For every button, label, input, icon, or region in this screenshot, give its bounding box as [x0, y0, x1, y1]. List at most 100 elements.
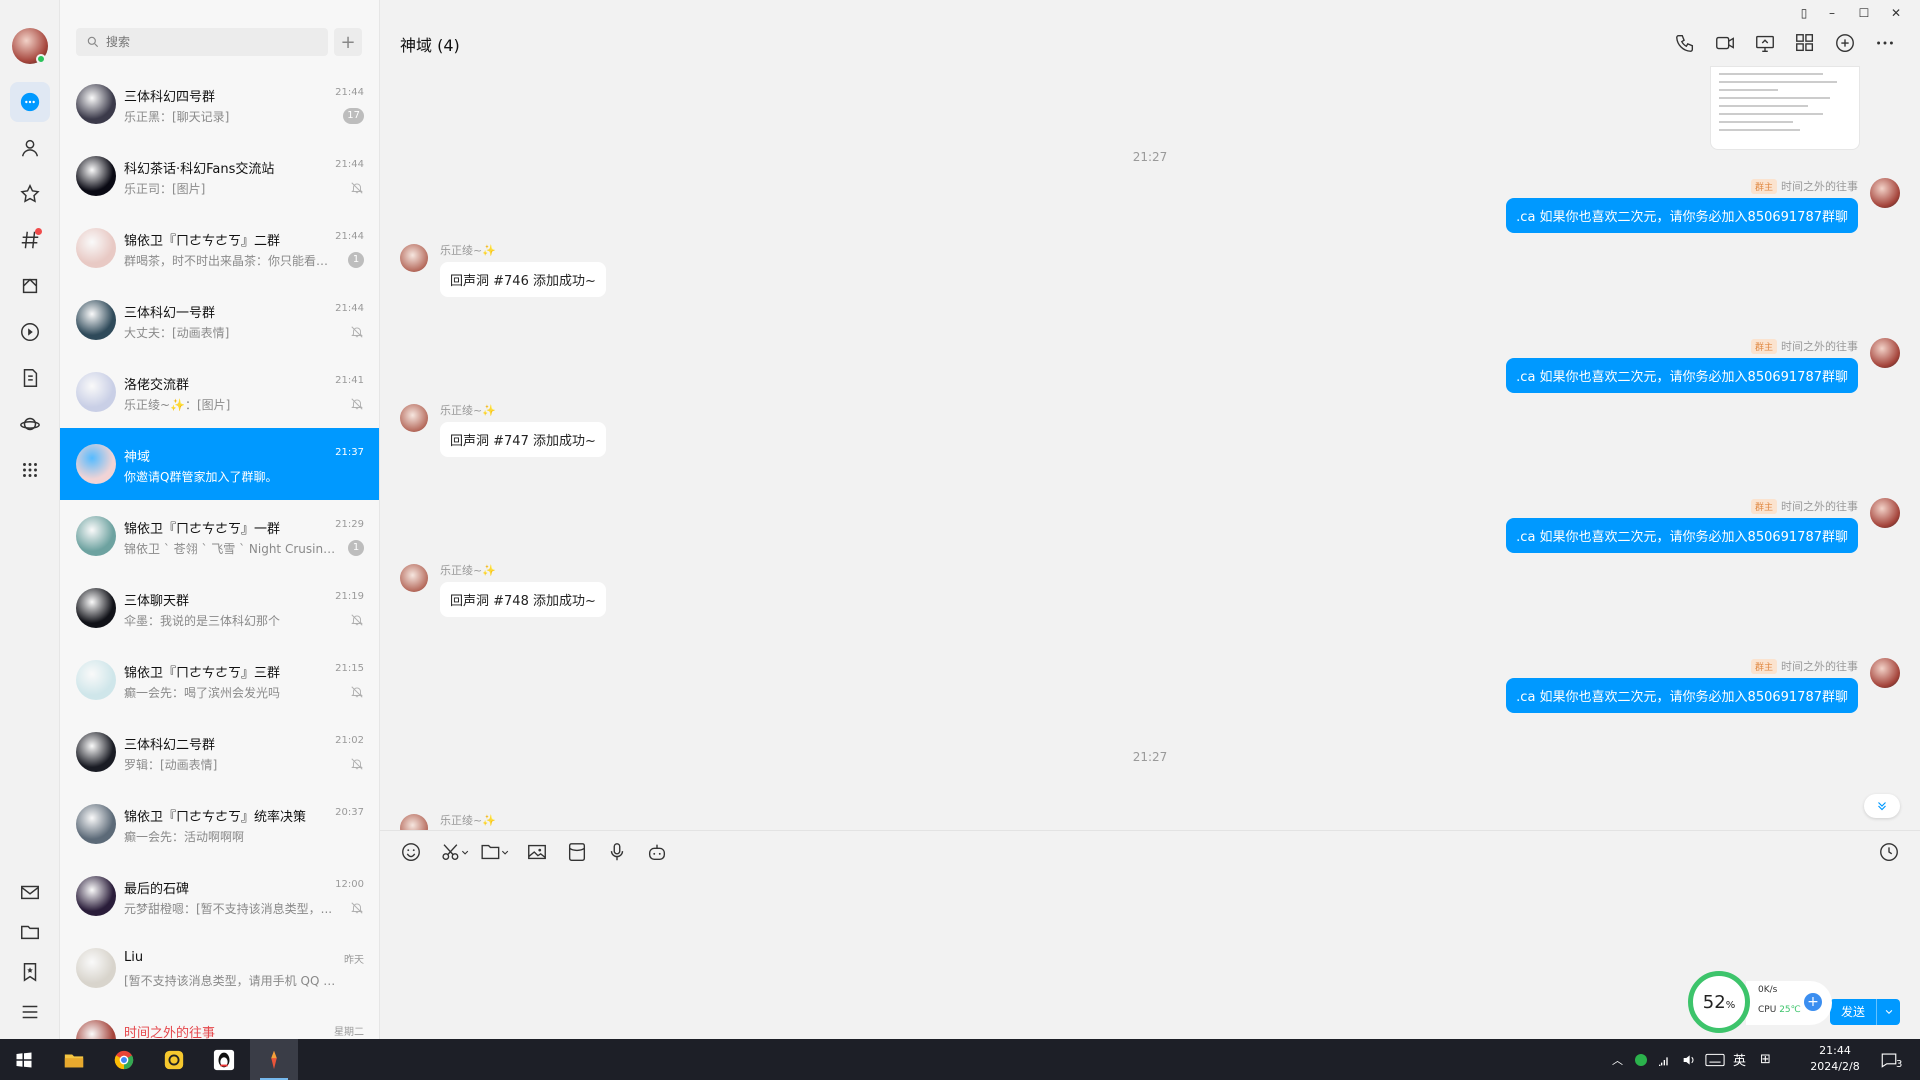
sidebar-toggle-icon[interactable]: ▯ — [1796, 6, 1812, 22]
conversation-item[interactable]: 时间之外的往事 星期二 — [60, 1004, 379, 1039]
scissors-icon[interactable] — [440, 841, 470, 863]
avatar[interactable] — [400, 244, 428, 272]
conversation-item[interactable]: 锦依卫『ㄇㄜㄘㄜㄎ』二群 群喝茶，时不时出来晶茶：你只能看见... 21:44 1 — [60, 212, 379, 284]
conversation-item[interactable]: Liu [暂不支持该消息类型，请用手机 QQ 查看] 昨天 — [60, 932, 379, 1004]
clock-date: 2024/2/8 — [1810, 1060, 1860, 1073]
image-icon[interactable] — [526, 841, 548, 863]
conversation-item[interactable]: 三体科幻二号群 罗辑：[动画表情] 21:02 — [60, 716, 379, 788]
avatar[interactable] — [76, 660, 116, 700]
history-clock-icon[interactable] — [1878, 841, 1900, 863]
mail-icon — [21, 885, 39, 900]
taskbar-chrome[interactable] — [100, 1039, 148, 1080]
nav-planet[interactable] — [10, 404, 50, 444]
nav-more-apps[interactable] — [10, 450, 50, 490]
nav-contacts[interactable] — [10, 128, 50, 168]
input-language[interactable]: 英 — [1733, 1050, 1746, 1069]
taskbar-clock[interactable]: 21:44 2024/2/8 — [1800, 1043, 1870, 1075]
avatar[interactable] — [76, 948, 116, 988]
avatar[interactable] — [76, 444, 116, 484]
screen-share-icon[interactable] — [1754, 32, 1776, 54]
conversation-item[interactable]: 神域 你邀请Q群管家加入了群聊。 21:37 — [60, 428, 379, 500]
message-bubble[interactable]: 回声洞 #747 添加成功~ — [440, 422, 606, 457]
avatar[interactable] — [76, 732, 116, 772]
nav-favorites[interactable] — [10, 174, 50, 214]
add-button[interactable]: + — [334, 28, 362, 56]
start-button[interactable] — [0, 1039, 48, 1080]
avatar[interactable] — [76, 516, 116, 556]
nav-menu[interactable] — [10, 992, 50, 1032]
taskbar-app-yellow[interactable] — [150, 1039, 198, 1080]
search-input[interactable] — [106, 35, 306, 49]
message-bubble[interactable]: 回声洞 #748 添加成功~ — [440, 582, 606, 617]
avatar[interactable] — [76, 228, 116, 268]
search-box[interactable] — [76, 28, 328, 56]
avatar[interactable] — [76, 300, 116, 340]
more-icon[interactable] — [1874, 32, 1896, 54]
message-bubble[interactable]: 回声洞 #746 添加成功~ — [440, 262, 606, 297]
message-bubble[interactable]: .ca 如果你也喜欢二次元，请你务必加入850691787群聊 — [1506, 518, 1858, 553]
avatar[interactable] — [1870, 658, 1900, 688]
emoji-icon[interactable] — [400, 841, 422, 863]
send-button[interactable]: 发送 — [1830, 999, 1900, 1025]
maximize-button[interactable]: ☐ — [1856, 6, 1872, 22]
avatar[interactable] — [1870, 178, 1900, 208]
nav-games[interactable] — [10, 266, 50, 306]
nav-bookmarks[interactable] — [10, 952, 50, 992]
nav-docs[interactable] — [10, 358, 50, 398]
notification-center[interactable]: 3 — [1880, 1039, 1902, 1080]
avatar[interactable] — [1870, 498, 1900, 528]
conversation-item[interactable]: 锦依卫『ㄇㄜㄘㄜㄎ』一群 锦依卫 ` 苍翎 ` 飞雪 ` Night Crusin… — [60, 500, 379, 572]
red-packet-icon[interactable] — [566, 841, 588, 863]
message-bubble[interactable]: .ca 如果你也喜欢二次元，请你务必加入850691787群聊 — [1506, 678, 1858, 713]
apps-icon[interactable] — [1794, 32, 1816, 54]
scroll-to-bottom-button[interactable] — [1864, 794, 1900, 818]
nav-video[interactable] — [10, 312, 50, 352]
avatar[interactable] — [76, 876, 116, 916]
folder-icon[interactable] — [480, 841, 510, 863]
performance-monitor-widget[interactable]: 0K/s CPU 25℃ + 52% — [1688, 971, 1838, 1033]
robot-icon[interactable] — [646, 841, 668, 863]
network-icon[interactable] — [1657, 1052, 1673, 1068]
avatar[interactable] — [400, 564, 428, 592]
conversation-item[interactable]: 锦依卫『ㄇㄜㄘㄜㄎ』三群 癫一会先：喝了滨州会发光吗 21:15 — [60, 644, 379, 716]
close-button[interactable]: ✕ — [1888, 6, 1904, 22]
minimize-button[interactable]: – — [1824, 6, 1840, 22]
taskbar-qq[interactable] — [200, 1039, 248, 1080]
conversation-item[interactable]: 三体科幻一号群 大丈夫：[动画表情] 21:44 — [60, 284, 379, 356]
nav-messages[interactable] — [10, 82, 50, 122]
ime-mode-icon[interactable]: ⊞ — [1760, 1052, 1771, 1067]
avatar[interactable] — [76, 804, 116, 844]
phone-icon[interactable] — [1674, 32, 1696, 54]
keyboard-icon[interactable] — [1705, 1053, 1725, 1067]
taskbar-file-explorer[interactable] — [50, 1039, 98, 1080]
add-member-icon[interactable] — [1834, 32, 1856, 54]
avatar[interactable] — [1870, 338, 1900, 368]
volume-icon[interactable] — [1681, 1052, 1697, 1068]
conversation-item[interactable]: 三体聊天群 伞墨：我说的是三体科幻那个 21:19 — [60, 572, 379, 644]
avatar[interactable] — [76, 84, 116, 124]
nav-files[interactable] — [10, 912, 50, 952]
conversation-item[interactable]: 最后的石碑 元梦甜橙嗯：[暂不支持该消息类型，... 12:00 — [60, 860, 379, 932]
image-message[interactable] — [1710, 66, 1860, 150]
avatar[interactable] — [400, 404, 428, 432]
avatar[interactable] — [400, 814, 428, 830]
microphone-icon[interactable] — [606, 841, 628, 863]
taskbar-active-app[interactable] — [250, 1039, 298, 1080]
message-bubble[interactable]: .ca 如果你也喜欢二次元，请你务必加入850691787群聊 — [1506, 358, 1858, 393]
avatar[interactable] — [76, 1020, 116, 1039]
tray-expand-icon[interactable]: ︿ — [1612, 1052, 1623, 1068]
nav-mail[interactable] — [10, 872, 50, 912]
conversation-item[interactable]: 三体科幻四号群 乐正黑：[聊天记录] 21:44 17 — [60, 68, 379, 140]
conversation-item[interactable]: 洛佬交流群 乐正绫~✨：[图片] 21:41 — [60, 356, 379, 428]
nav-channels[interactable] — [10, 220, 50, 260]
perf-plus-icon[interactable]: + — [1804, 993, 1822, 1011]
avatar[interactable] — [76, 372, 116, 412]
conversation-item[interactable]: 科幻茶话·科幻Fans交流站 乐正司：[图片] 21:44 — [60, 140, 379, 212]
avatar[interactable] — [76, 156, 116, 196]
conversation-item[interactable]: 锦依卫『ㄇㄜㄘㄜㄎ』统率决策 癫一会先：活动啊啊啊 20:37 — [60, 788, 379, 860]
wechat-tray-icon[interactable] — [1633, 1052, 1649, 1068]
message-bubble[interactable]: .ca 如果你也喜欢二次元，请你务必加入850691787群聊 — [1506, 198, 1858, 233]
send-options-chevron[interactable] — [1876, 999, 1900, 1025]
avatar[interactable] — [76, 588, 116, 628]
video-call-icon[interactable] — [1714, 32, 1736, 54]
